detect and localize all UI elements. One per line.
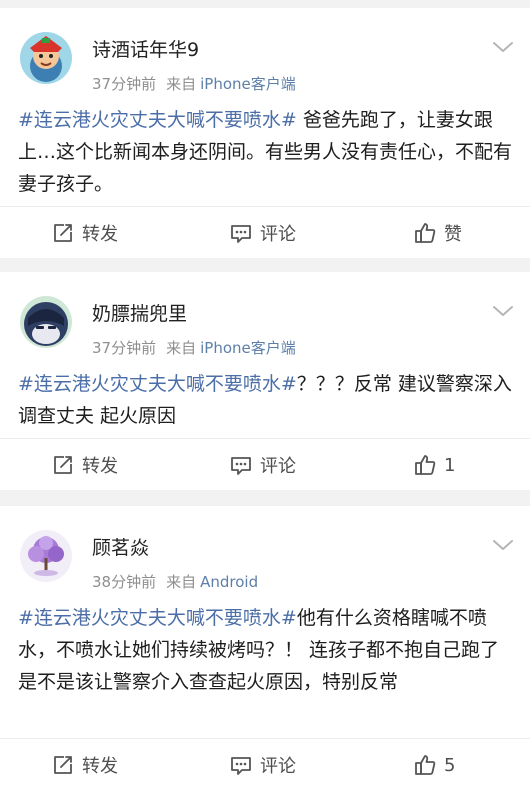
source-label: 来自	[166, 573, 197, 591]
comment-feed: 诗酒话年华9 37分钟前 来自 iPhone客户端 #连云港火灾丈夫大喊不要喷水# …	[0, 0, 530, 800]
repost-icon	[54, 756, 72, 774]
timestamp: 37分钟前	[92, 75, 157, 93]
like-icon	[415, 755, 436, 775]
source-label: 来自	[166, 75, 197, 93]
hashtag-link[interactable]: #连云港火灾丈夫大喊不要喷水#	[18, 607, 297, 629]
comment-meta: 37分钟前 来自 iPhone客户端	[92, 74, 296, 94]
comment-meta: 37分钟前 来自 iPhone客户端	[92, 338, 296, 358]
username[interactable]: 奶膘揣兜里	[92, 302, 187, 326]
source-client[interactable]: iPhone客户端	[200, 75, 296, 93]
like-icon	[415, 223, 436, 243]
like-button[interactable]: 5	[414, 739, 455, 791]
comment-header: 奶膘揣兜里 37分钟前 来自 iPhone客户端	[0, 272, 530, 358]
timestamp: 37分钟前	[92, 339, 157, 357]
action-bar: 转发 评论 5	[0, 738, 530, 790]
comment-label: 评论	[260, 456, 296, 477]
comment-button[interactable]: 评论	[230, 439, 296, 491]
like-icon	[415, 455, 436, 475]
repost-icon	[54, 456, 72, 474]
comment-header: 顾茗焱 38分钟前 来自 Android	[0, 506, 530, 592]
comment-card: 奶膘揣兜里 37分钟前 来自 iPhone客户端 #连云港火灾丈夫大喊不要喷水#？？…	[0, 272, 530, 490]
username[interactable]: 诗酒话年华9	[92, 38, 199, 62]
comment-header: 诗酒话年华9 37分钟前 来自 iPhone客户端	[0, 8, 530, 94]
like-button[interactable]: 1	[414, 439, 455, 491]
like-count: 5	[444, 754, 456, 776]
timestamp: 38分钟前	[92, 573, 157, 591]
repost-label: 转发	[82, 224, 118, 245]
like-count: 赞	[444, 224, 462, 245]
repost-button[interactable]: 转发	[52, 207, 118, 259]
avatar[interactable]	[20, 32, 72, 84]
repost-button[interactable]: 转发	[52, 439, 118, 491]
like-button[interactable]: 赞	[414, 207, 462, 259]
comment-label: 评论	[260, 224, 296, 245]
chevron-down-icon[interactable]	[492, 538, 514, 552]
avatar[interactable]	[20, 296, 72, 348]
comment-text: #连云港火灾丈夫大喊不要喷水#？？？反常 建议警察深入调查丈夫 起火原因	[18, 368, 514, 432]
avatar[interactable]	[20, 530, 72, 582]
chevron-down-icon[interactable]	[492, 304, 514, 318]
source-client[interactable]: iPhone客户端	[200, 339, 296, 357]
source-label: 来自	[166, 339, 197, 357]
chevron-down-icon[interactable]	[492, 40, 514, 54]
comment-meta: 38分钟前 来自 Android	[92, 572, 258, 592]
repost-icon	[54, 224, 72, 242]
action-bar: 转发 评论 1	[0, 438, 530, 490]
action-bar: 转发 评论 赞	[0, 206, 530, 258]
comment-card: 诗酒话年华9 37分钟前 来自 iPhone客户端 #连云港火灾丈夫大喊不要喷水# …	[0, 8, 530, 258]
comment-button[interactable]: 评论	[230, 739, 296, 791]
username[interactable]: 顾茗焱	[92, 536, 149, 560]
comment-label: 评论	[260, 756, 296, 777]
source-client[interactable]: Android	[200, 573, 258, 591]
hashtag-link[interactable]: #连云港火灾丈夫大喊不要喷水#	[18, 373, 297, 395]
comment-card: 顾茗焱 38分钟前 来自 Android #连云港火灾丈夫大喊不要喷水#他有什么资格…	[0, 506, 530, 800]
repost-label: 转发	[82, 756, 118, 777]
comment-icon	[231, 757, 251, 775]
comment-text: #连云港火灾丈夫大喊不要喷水#他有什么资格瞎喊不喷水，不喷水让她们持续被烤吗？！…	[18, 602, 514, 698]
repost-button[interactable]: 转发	[52, 739, 118, 791]
hashtag-link[interactable]: #连云港火灾丈夫大喊不要喷水#	[18, 109, 297, 131]
like-count: 1	[444, 454, 456, 476]
comment-button[interactable]: 评论	[230, 207, 296, 259]
repost-label: 转发	[82, 456, 118, 477]
comment-icon	[231, 225, 251, 243]
comment-text: #连云港火灾丈夫大喊不要喷水# 爸爸先跑了，让妻女跟上…这个比新闻本身还阴间。有…	[18, 104, 514, 200]
comment-icon	[231, 457, 251, 475]
